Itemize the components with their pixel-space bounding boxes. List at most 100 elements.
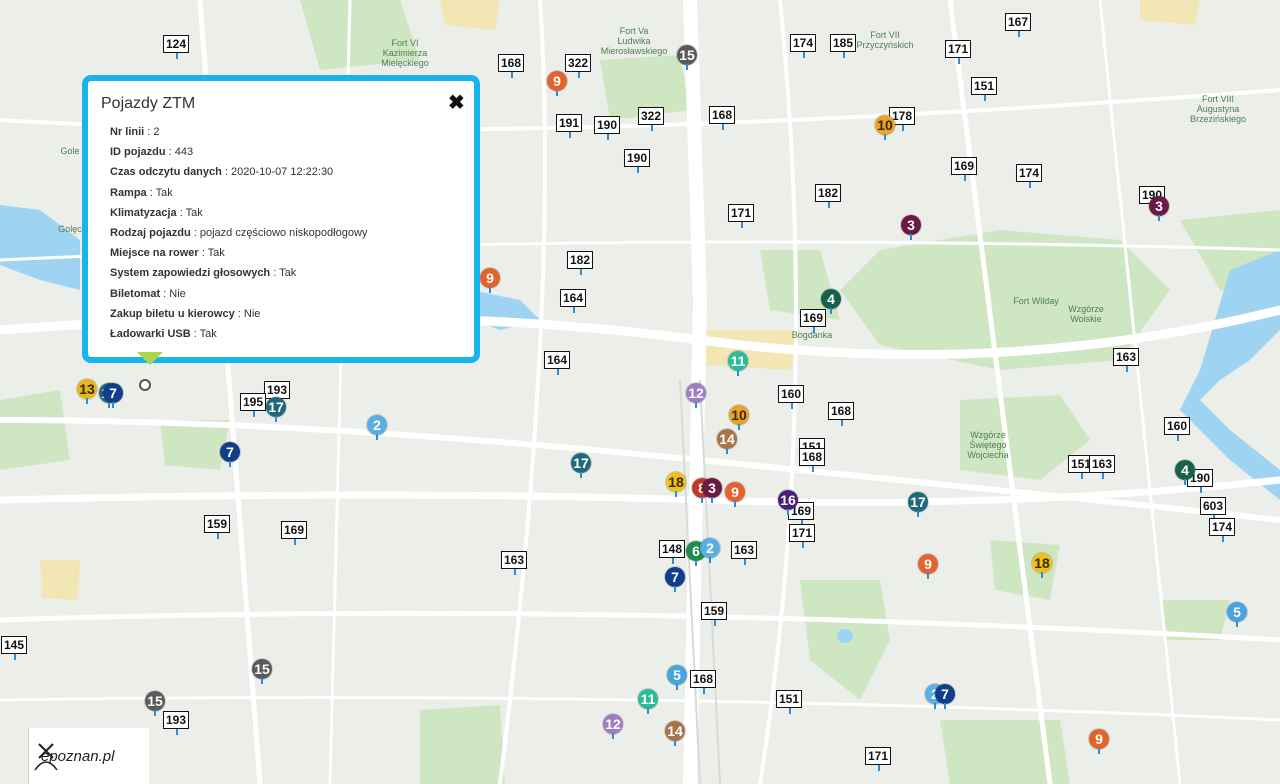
location-marker[interactable] [139, 379, 151, 391]
tram-marker[interactable]: 7 [220, 442, 240, 467]
tram-marker[interactable]: 5 [1227, 602, 1247, 627]
tram-marker[interactable]: 12 [603, 714, 623, 739]
bus-marker[interactable]: 168 [708, 106, 736, 130]
tram-marker[interactable]: 9 [725, 482, 745, 507]
tram-marker[interactable]: 7 [103, 383, 123, 408]
bus-marker[interactable]: 164 [543, 351, 571, 375]
popup-row: ID pojazdu : 443 [110, 145, 460, 165]
bus-marker[interactable]: 163 [730, 541, 758, 565]
bus-marker[interactable]: 191 [555, 114, 583, 138]
tram-marker[interactable]: 10 [729, 405, 749, 430]
bus-marker[interactable]: 185 [829, 34, 857, 58]
map-place-label: Fort VII Przyczyńskich [856, 30, 914, 50]
bus-marker[interactable]: 167 [1004, 13, 1032, 37]
tram-marker[interactable]: 4 [1175, 460, 1195, 485]
bus-marker[interactable]: 174 [1208, 518, 1236, 542]
bus-marker[interactable]: 322 [564, 54, 592, 78]
tram-marker[interactable]: 15 [145, 691, 165, 716]
tram-marker[interactable]: 7 [935, 684, 955, 709]
tram-marker[interactable]: 15 [252, 659, 272, 684]
bus-marker[interactable]: 193 [162, 711, 190, 735]
bus-marker[interactable]: 151 [775, 690, 803, 714]
popup-row: System zapowiedzi głosowych : Tak [110, 266, 460, 286]
bus-marker[interactable]: 168 [497, 54, 525, 78]
tram-marker[interactable]: 3 [702, 478, 722, 503]
tram-marker[interactable]: 3 [901, 215, 921, 240]
popup-row-key: Rodzaj pojazdu [110, 226, 191, 239]
bus-marker[interactable]: 145 [0, 636, 28, 660]
popup-row: Miejsce na rower : Tak [110, 246, 460, 266]
tram-marker[interactable]: 9 [1089, 729, 1109, 754]
tram-marker[interactable]: 16 [778, 490, 798, 515]
popup-details: Nr linii : 2 ID pojazdu : 443 Czas odczytu… [110, 125, 460, 347]
popup-row-key: Klimatyzacja [110, 206, 177, 219]
tram-marker[interactable]: 2 [700, 538, 720, 563]
tram-marker[interactable]: 12 [686, 383, 706, 408]
bus-marker[interactable]: 159 [700, 602, 728, 626]
bus-marker[interactable]: 322 [637, 107, 665, 131]
bus-marker[interactable]: 169 [280, 521, 308, 545]
tram-marker[interactable]: 9 [547, 71, 567, 96]
popup-row-separator: : [270, 267, 280, 280]
tram-marker[interactable]: 9 [480, 268, 500, 293]
map-place-label: Wzgórze Wolskie [1068, 304, 1104, 324]
bus-marker[interactable]: 171 [864, 747, 892, 771]
tram-marker[interactable]: 7 [665, 567, 685, 592]
map-place-label: Wzgórze Świętego Wojciecha [967, 430, 1009, 460]
tram-marker[interactable]: 17 [266, 397, 286, 422]
bus-marker[interactable]: 168 [798, 448, 826, 472]
tram-marker[interactable]: 2 [367, 415, 387, 440]
popup-row-key: Rampa [110, 186, 147, 199]
popup-row: Rodzaj pojazdu : pojazd częściowo niskop… [110, 226, 460, 246]
bus-marker[interactable]: 163 [1112, 348, 1140, 372]
tram-marker[interactable]: 13 [77, 379, 97, 404]
popup-row-value: pojazd częściowo niskopodłogowy [199, 226, 368, 239]
bus-marker[interactable]: 159 [203, 515, 231, 539]
tram-marker[interactable]: 17 [908, 492, 928, 517]
bus-marker[interactable]: 168 [827, 402, 855, 426]
tram-marker[interactable]: 18 [666, 472, 686, 497]
bus-marker[interactable]: 171 [727, 204, 755, 228]
watermark-text: epoznan.pl [41, 748, 115, 765]
popup-row-value: Tak [279, 267, 297, 280]
bus-marker[interactable]: 603 [1199, 497, 1227, 521]
bus-marker[interactable]: 195 [239, 393, 267, 417]
tram-marker[interactable]: 10 [875, 115, 895, 140]
tram-marker[interactable]: 4 [821, 289, 841, 314]
bus-marker[interactable]: 164 [559, 289, 587, 313]
bus-marker[interactable]: 174 [1015, 164, 1043, 188]
bus-marker[interactable]: 171 [944, 40, 972, 64]
tram-marker[interactable]: 9 [918, 554, 938, 579]
tram-marker[interactable]: 11 [728, 351, 748, 376]
bus-marker[interactable]: 171 [788, 524, 816, 548]
bus-marker[interactable]: 124 [162, 35, 190, 59]
bus-marker[interactable]: 182 [566, 251, 594, 275]
bus-marker[interactable]: 190 [593, 116, 621, 140]
popup-row-key: Zakup biletu u kierowcy [110, 307, 235, 320]
tram-marker[interactable]: 5 [667, 665, 687, 690]
tram-marker[interactable]: 18 [1032, 553, 1052, 578]
tram-marker[interactable]: 14 [665, 721, 685, 746]
bus-marker[interactable]: 163 [500, 551, 528, 575]
bus-marker[interactable]: 148 [658, 540, 686, 564]
vehicle-popup: Pojazdy ZTM ✖ Nr linii : 2 ID pojazdu : 4… [82, 75, 480, 363]
bus-marker[interactable]: 160 [1163, 417, 1191, 441]
close-icon[interactable]: ✖ [448, 93, 465, 113]
tram-marker[interactable]: 15 [677, 45, 697, 70]
popup-row-value: Nie [243, 307, 261, 320]
bus-marker[interactable]: 190 [623, 149, 651, 173]
popup-row-separator: : [146, 186, 156, 199]
bus-marker[interactable]: 151 [970, 77, 998, 101]
tram-marker[interactable]: 3 [1149, 196, 1169, 221]
bus-marker[interactable]: 174 [789, 34, 817, 58]
tram-marker[interactable]: 11 [638, 689, 658, 714]
tram-marker[interactable]: 17 [571, 453, 591, 478]
bus-marker[interactable]: 160 [777, 385, 805, 409]
bus-marker[interactable]: 163 [1088, 455, 1116, 479]
bus-marker[interactable]: 168 [689, 670, 717, 694]
bus-marker[interactable]: 169 [799, 309, 827, 333]
map-place-label: Bogdanka [791, 330, 833, 340]
tram-marker[interactable]: 14 [717, 429, 737, 454]
bus-marker[interactable]: 182 [814, 184, 842, 208]
bus-marker[interactable]: 169 [950, 157, 978, 181]
